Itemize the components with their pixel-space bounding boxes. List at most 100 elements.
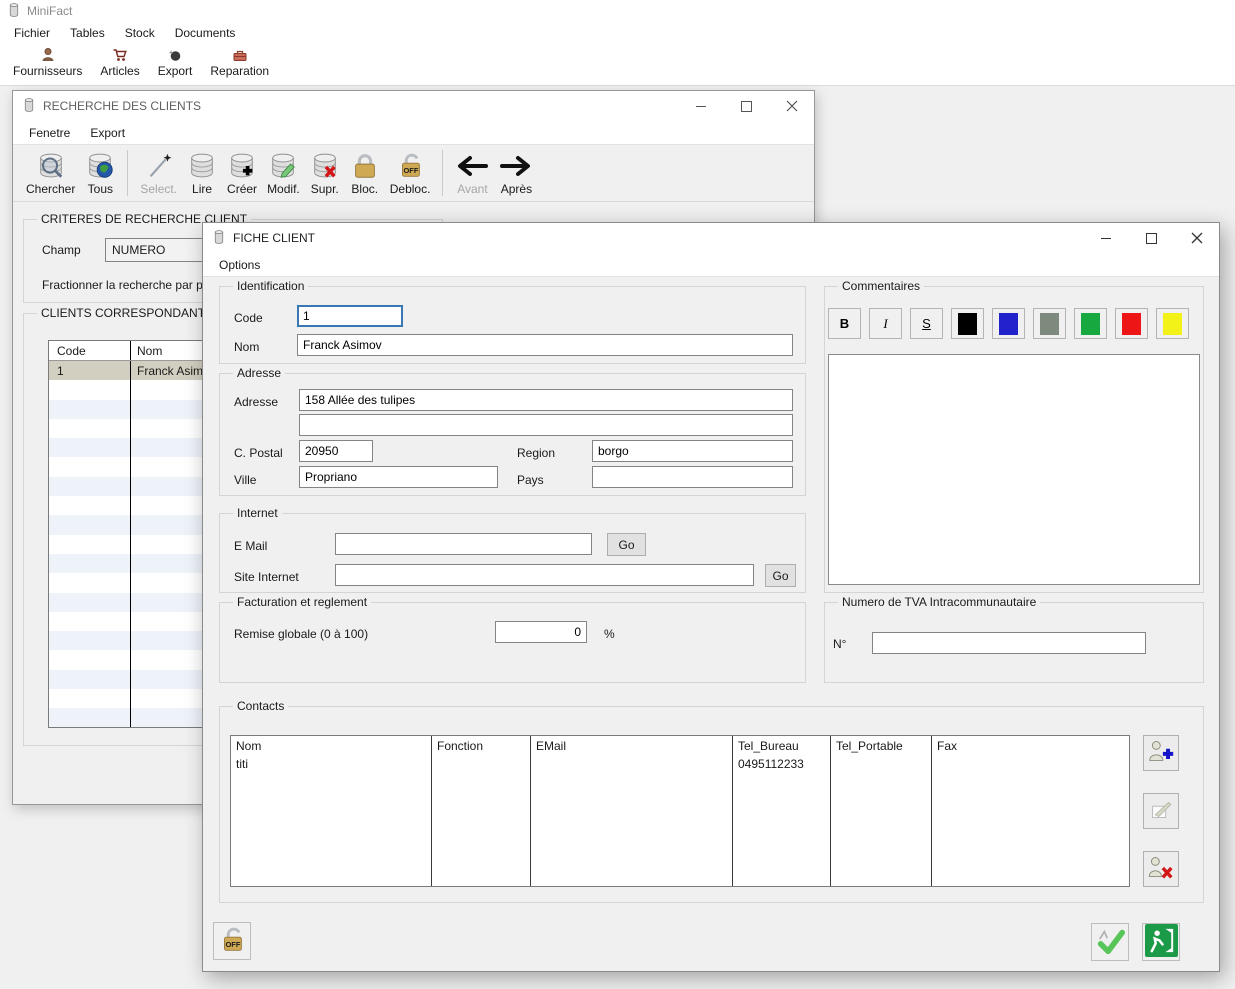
cell-code: 1: [49, 361, 131, 380]
cp-input[interactable]: [299, 440, 373, 462]
avant-button[interactable]: Avant: [450, 149, 494, 198]
creer-button[interactable]: Créer: [222, 149, 262, 198]
toolbar-button-label: Modif.: [267, 182, 300, 196]
bloc-button[interactable]: Bloc.: [345, 149, 385, 198]
tva-groupbox: Numero de TVA Intracommunautaire N°: [824, 602, 1204, 683]
fraction-label: Fractionner la recherche par p: [42, 278, 203, 292]
menu-item-stock[interactable]: Stock: [115, 23, 165, 43]
region-input[interactable]: [592, 440, 793, 462]
site-input[interactable]: [335, 564, 754, 586]
supr-button[interactable]: Supr.: [305, 149, 345, 198]
italic-button[interactable]: I: [869, 308, 902, 339]
close-button[interactable]: [1174, 223, 1219, 253]
adresse-line2-input[interactable]: [299, 414, 793, 436]
contacts-groupbox: Contacts NomtitiFonctionEMailTel_Bureau0…: [219, 706, 1204, 903]
fiche-window-menubar: Options: [203, 253, 1219, 277]
main-app-window: MiniFact FichierTablesStockDocuments Fou…: [0, 0, 1235, 86]
toolbar-button-label: Fournisseurs: [13, 64, 82, 78]
site-go-button[interactable]: Go: [765, 564, 796, 587]
cp-label: C. Postal: [234, 446, 283, 460]
code-input[interactable]: [297, 305, 403, 327]
export-button[interactable]: Export: [149, 44, 202, 78]
remise-input[interactable]: [495, 621, 587, 643]
app-menubar: FichierTablesStockDocuments: [0, 22, 245, 43]
black-color-button[interactable]: [951, 308, 984, 339]
db-search-icon: [36, 151, 66, 182]
menu-item-tables[interactable]: Tables: [60, 23, 115, 43]
bold-button[interactable]: B: [828, 308, 861, 339]
search-window-menubar: FenetreExport: [13, 121, 814, 145]
modif-button[interactable]: Modif.: [262, 149, 305, 198]
add-contact-button[interactable]: [1143, 735, 1179, 771]
tous-button[interactable]: Tous: [80, 149, 120, 198]
reparation-button[interactable]: Reparation: [201, 44, 278, 78]
contacts-cell[interactable]: titi: [231, 756, 431, 771]
close-button[interactable]: [769, 91, 814, 121]
tva-input[interactable]: [872, 632, 1146, 654]
fiche-window-titlebar[interactable]: FICHE CLIENT: [203, 223, 1219, 253]
groupbox-label: Identification: [233, 279, 308, 293]
app-titlebar[interactable]: MiniFact: [0, 0, 72, 22]
menu-item-options[interactable]: Options: [209, 255, 270, 275]
lock-icon: [350, 151, 380, 182]
green-color-button[interactable]: [1074, 308, 1107, 339]
minimize-button[interactable]: [679, 91, 724, 121]
contacts-cell[interactable]: [932, 756, 1129, 757]
db-plus-icon: [227, 151, 257, 182]
select-button[interactable]: Select.: [135, 149, 182, 198]
articles-button[interactable]: Articles: [91, 44, 148, 78]
contacts-cell[interactable]: [831, 756, 931, 757]
menu-item-export[interactable]: Export: [80, 123, 135, 143]
contacts-column-header: Fax: [932, 736, 1129, 756]
svg-text:OFF: OFF: [404, 166, 419, 175]
validate-button[interactable]: [1091, 923, 1129, 961]
yellow-color-button[interactable]: [1156, 308, 1189, 339]
groupbox-label: Numero de TVA Intracommunautaire: [838, 595, 1040, 609]
lire-button[interactable]: Lire: [182, 149, 222, 198]
blue-color-button[interactable]: [992, 308, 1025, 339]
apres-button[interactable]: Après: [494, 149, 538, 198]
edit-contact-button[interactable]: [1143, 793, 1179, 829]
chercher-button[interactable]: Chercher: [21, 149, 80, 198]
contacts-cell[interactable]: [432, 756, 530, 757]
toolbar-button-label: Reparation: [210, 64, 269, 78]
contacts-cell[interactable]: 0495112233: [733, 756, 830, 771]
underline-button[interactable]: S: [910, 308, 943, 339]
arrow-left-icon: [455, 151, 489, 182]
maximize-button[interactable]: [724, 91, 769, 121]
debloc-button[interactable]: OFFDebloc.: [385, 149, 436, 198]
red-color-button[interactable]: [1115, 308, 1148, 339]
menu-item-fenetre[interactable]: Fenetre: [19, 123, 80, 143]
adresse-line1-input[interactable]: [299, 389, 793, 411]
unlock-button[interactable]: OFF: [213, 922, 251, 960]
email-input[interactable]: [335, 533, 592, 555]
gray-color-button[interactable]: [1033, 308, 1066, 339]
database-icon: [213, 229, 225, 248]
groupbox-label: Adresse: [233, 366, 285, 380]
pays-input[interactable]: [592, 466, 793, 488]
commentaires-textarea[interactable]: [828, 354, 1200, 585]
contact-delete-icon: [1146, 853, 1176, 886]
red-swatch: [1122, 313, 1141, 335]
toolbar-button-label: Tous: [88, 182, 113, 196]
maximize-button[interactable]: [1129, 223, 1174, 253]
search-window-titlebar[interactable]: RECHERCHE DES CLIENTS: [13, 91, 814, 121]
yellow-swatch: [1163, 313, 1182, 335]
nom-input[interactable]: [297, 334, 793, 356]
groupbox-label: Internet: [233, 506, 282, 520]
contacts-table: NomtitiFonctionEMailTel_Bureau0495112233…: [230, 735, 1130, 887]
minimize-button[interactable]: [1084, 223, 1129, 253]
menu-item-fichier[interactable]: Fichier: [4, 23, 60, 43]
menu-item-documents[interactable]: Documents: [165, 23, 246, 43]
delete-contact-button[interactable]: [1143, 851, 1179, 887]
fournisseurs-button[interactable]: Fournisseurs: [4, 44, 91, 78]
contacts-column-header: Fonction: [432, 736, 530, 756]
unlock-off-icon: OFF: [217, 925, 247, 958]
pays-label: Pays: [517, 473, 544, 487]
email-go-button[interactable]: Go: [607, 533, 646, 556]
tva-n-label: N°: [833, 637, 846, 651]
contacts-column-telportable: Tel_Portable: [831, 736, 932, 886]
ville-input[interactable]: [299, 466, 498, 488]
exit-button[interactable]: [1142, 923, 1180, 961]
contacts-cell[interactable]: [531, 756, 732, 757]
